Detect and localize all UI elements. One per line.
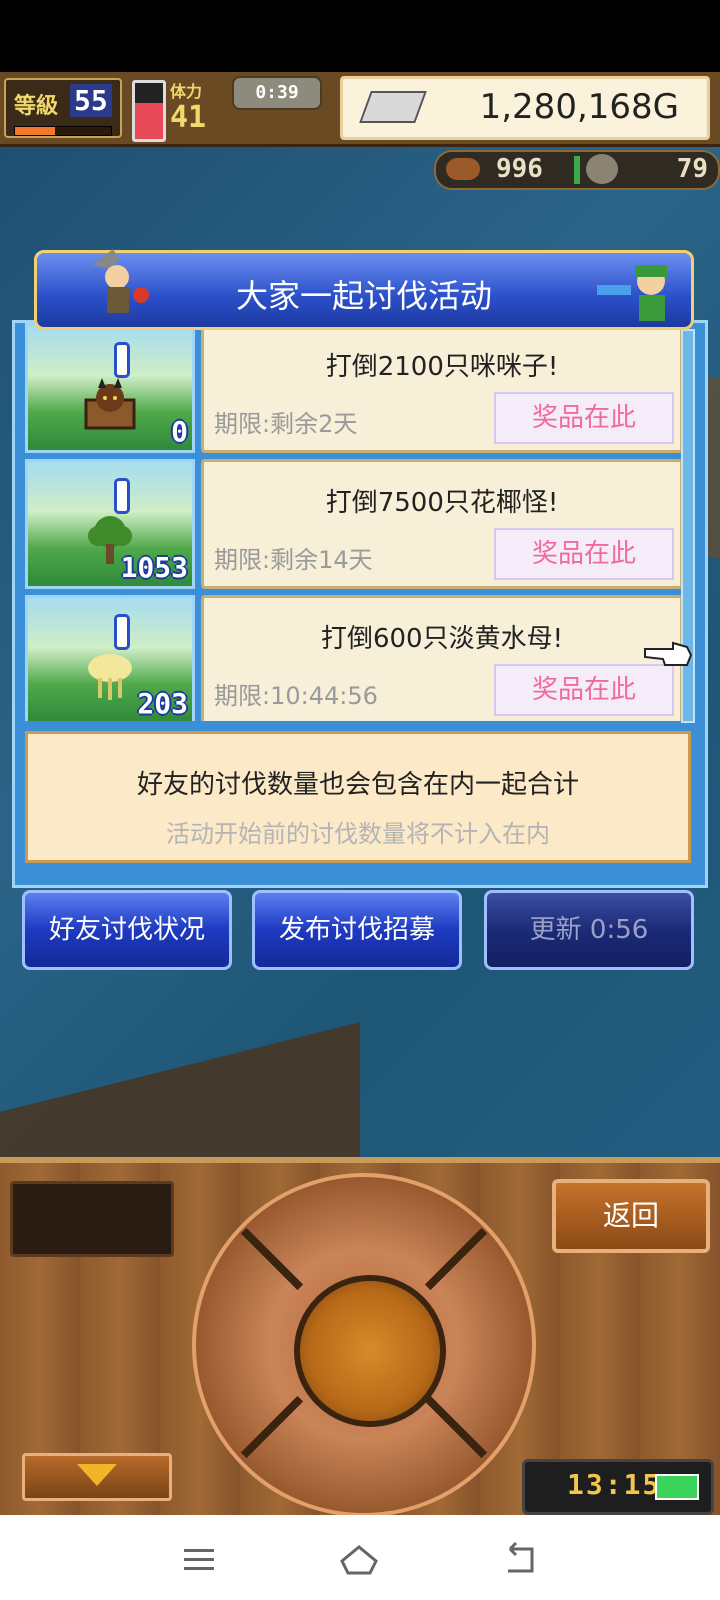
dialog-title-bar: 大家一起讨伐活动: [34, 249, 694, 330]
monster-body: [96, 384, 124, 412]
clock-panel: 13:15: [522, 1459, 714, 1515]
alert-icon: [114, 342, 130, 378]
quest-title: 打倒7500只花椰怪!: [325, 488, 559, 518]
quest-deadline: 期限:剩余2天: [214, 410, 358, 438]
money-value: 1,280,168G: [479, 87, 679, 127]
menu-icon[interactable]: [174, 1539, 224, 1579]
quest-card: 打倒2100只咪咪子! 期限:剩余2天 奖品在此: [201, 323, 683, 453]
monster-body: [112, 526, 132, 546]
gunner-character-icon: [597, 265, 667, 321]
resource-separator: [574, 156, 580, 184]
back-icon[interactable]: [496, 1539, 546, 1579]
quest-deadline: 期限:10:44:56: [214, 682, 378, 710]
prize-button[interactable]: 奖品在此: [494, 664, 674, 716]
level-value: 55: [70, 84, 112, 117]
panel-screen: [10, 1181, 174, 1257]
prize-button[interactable]: 奖品在此: [494, 392, 674, 444]
monster-body: [88, 526, 108, 546]
hud-bar: 等級 55 体力 41 0:39 1,280,168G: [0, 72, 720, 147]
pointing-hand-icon: [644, 641, 693, 666]
quest-row: 1053 打倒7500只花椰怪! 期限:剩余14天 奖品在此: [25, 459, 683, 589]
status-bar: [0, 0, 720, 72]
info-main-text: 好友的讨伐数量也会包含在内一起合计: [136, 770, 579, 800]
money-panel[interactable]: 1,280,168G: [340, 76, 710, 140]
control-panel: 返回 13:15: [0, 1157, 720, 1521]
dpad-divider: [240, 1395, 304, 1459]
alert-icon: [114, 478, 130, 514]
friends-hunt-status-button[interactable]: 好友讨伐状况: [22, 890, 232, 970]
quest-deadline: 期限:剩余14天: [214, 546, 373, 574]
battery-icon: [655, 1474, 699, 1500]
hunt-event-dialog: 0 打倒2100只咪咪子! 期限:剩余2天 奖品在此 1053 打倒7500只花…: [12, 249, 708, 888]
dpad-divider: [240, 1227, 304, 1291]
level-label: 等級: [14, 94, 59, 119]
kill-count: 203: [137, 687, 188, 720]
quest-thumbnail: 0: [25, 323, 195, 453]
resource-bar: 996 79: [434, 150, 720, 190]
arrow-down-icon: [77, 1464, 117, 1486]
monster-icon: [84, 378, 136, 430]
quest-card: 打倒600只淡黄水母! 期限:10:44:56 奖品在此: [201, 595, 683, 721]
quest-list[interactable]: 0 打倒2100只咪咪子! 期限:剩余2天 奖品在此 1053 打倒7500只花…: [15, 323, 705, 721]
quest-thumbnail: 1053: [25, 459, 195, 589]
home-icon[interactable]: [334, 1539, 384, 1579]
stamina-value: 41: [170, 100, 207, 135]
silver-bar-icon: [359, 91, 427, 123]
resource-2-value: 79: [676, 154, 708, 184]
dpad-center-button[interactable]: [294, 1275, 446, 1427]
info-sub-text: 活动开始前的讨伐数量将不计入在内: [166, 820, 550, 848]
exp-bar: [14, 126, 112, 136]
stamina-label: 体力: [170, 82, 203, 101]
level-panel: 等級 55: [4, 78, 122, 138]
quest-title: 打倒2100只咪咪子!: [325, 352, 559, 382]
publish-recruit-button[interactable]: 发布讨伐招募: [252, 890, 462, 970]
directional-pad[interactable]: [192, 1173, 536, 1517]
quest-row: 203 打倒600只淡黄水母! 期限:10:44:56 奖品在此: [25, 595, 683, 721]
exp-bar-fill: [15, 127, 56, 135]
info-box: 好友的讨伐数量也会包含在内一起合计 活动开始前的讨伐数量将不计入在内: [25, 731, 691, 863]
clock-time: 13:15: [567, 1468, 662, 1501]
kill-count: 0: [171, 415, 188, 448]
alert-icon: [114, 614, 130, 650]
prize-button[interactable]: 奖品在此: [494, 528, 674, 580]
coin-icon: [586, 154, 618, 184]
quest-card: 打倒7500只花椰怪! 期限:剩余14天 奖品在此: [201, 459, 683, 589]
system-nav-bar: [0, 1515, 720, 1600]
dialog-body: 0 打倒2100只咪咪子! 期限:剩余2天 奖品在此 1053 打倒7500只花…: [12, 320, 708, 888]
quest-thumbnail: 203: [25, 595, 195, 721]
monster-body: [88, 654, 132, 682]
dpad-divider: [424, 1395, 488, 1459]
resource-1-value: 996: [496, 154, 543, 184]
monster-icon: [88, 654, 132, 700]
warrior-character-icon: [93, 249, 149, 313]
refresh-button[interactable]: 更新 0:56: [484, 890, 694, 970]
stamina-gauge: [132, 80, 166, 142]
dpad-divider: [424, 1227, 488, 1291]
quest-title: 打倒600只淡黄水母!: [320, 624, 564, 654]
quest-row: 0 打倒2100只咪咪子! 期限:剩余2天 奖品在此: [25, 323, 683, 453]
back-button[interactable]: 返回: [552, 1179, 710, 1253]
stamina-timer: 0:39: [232, 76, 322, 110]
stamina-gauge-fill: [135, 102, 163, 139]
kill-count: 1053: [120, 551, 188, 584]
scroll-down-button[interactable]: [22, 1453, 172, 1501]
meat-icon: [446, 158, 480, 180]
